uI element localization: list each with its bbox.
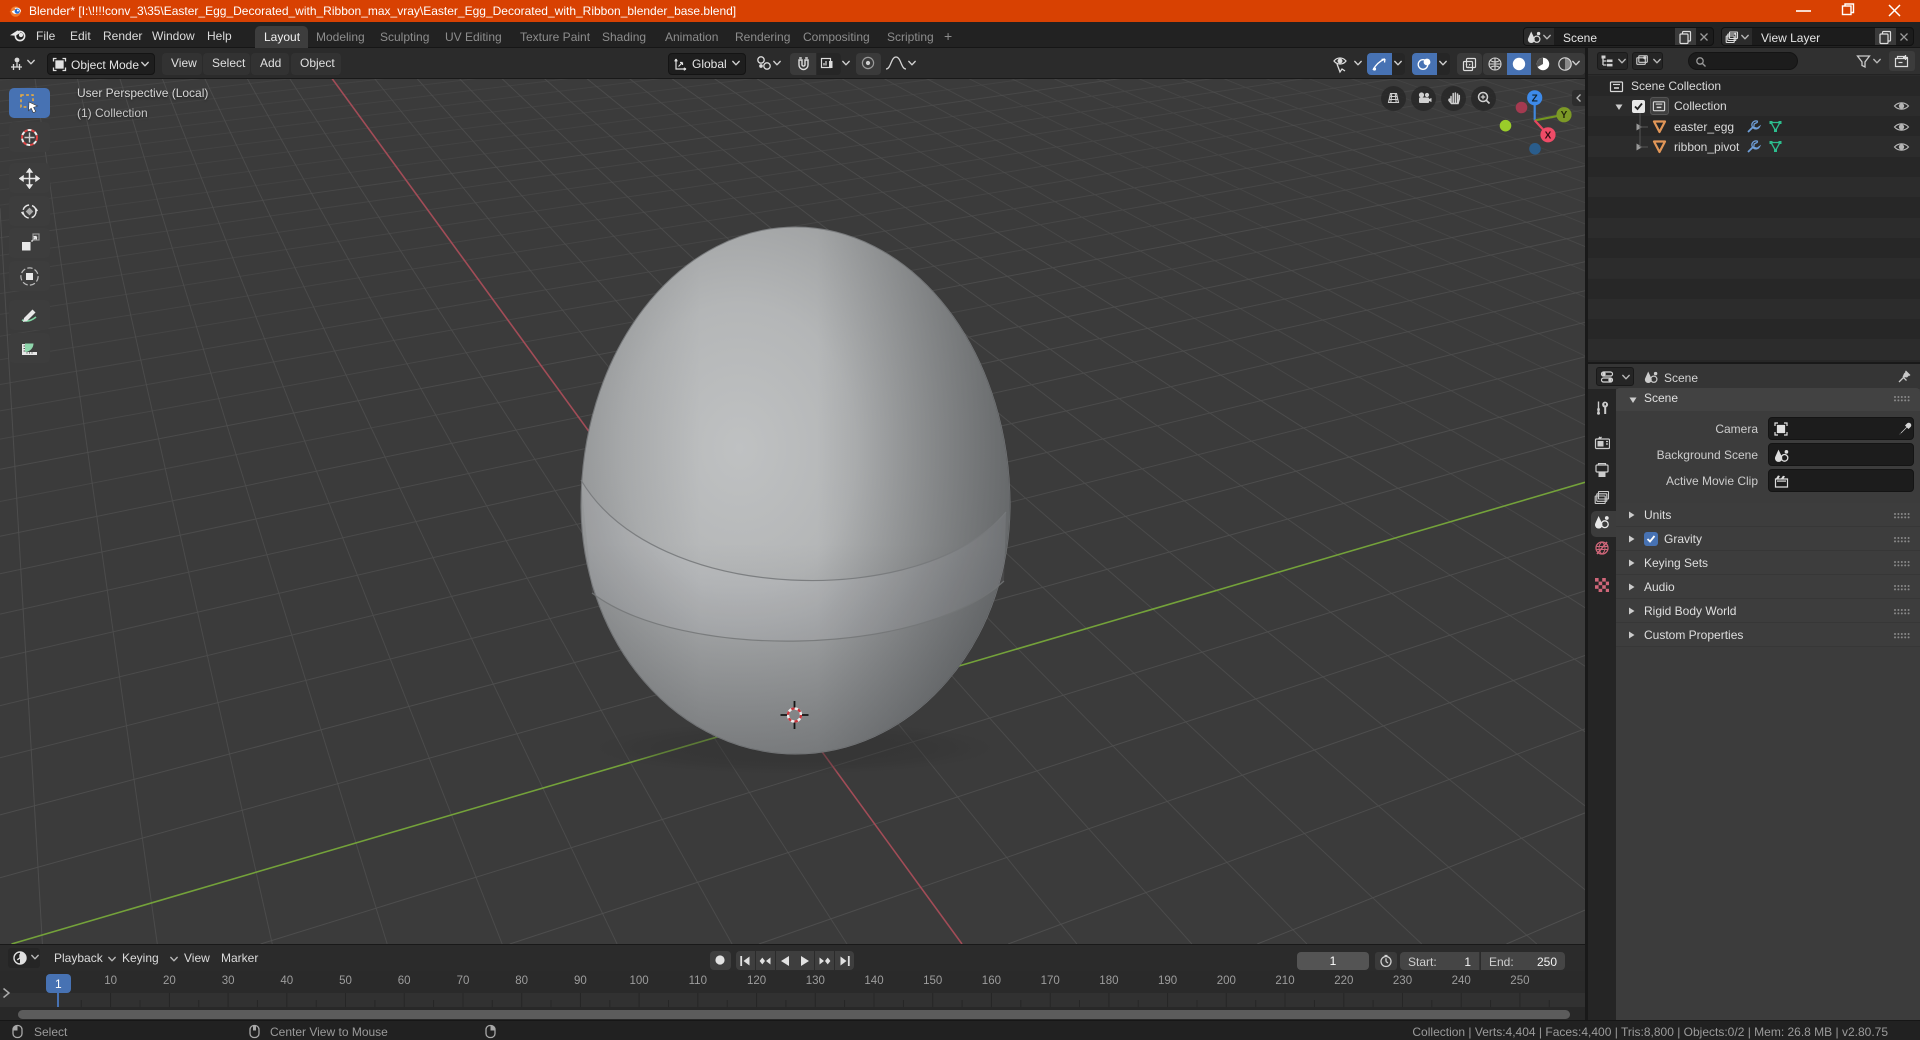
svg-text:X: X [1545,130,1552,141]
svg-text:Z: Z [1532,93,1538,104]
svg-text:Y: Y [1561,110,1568,121]
